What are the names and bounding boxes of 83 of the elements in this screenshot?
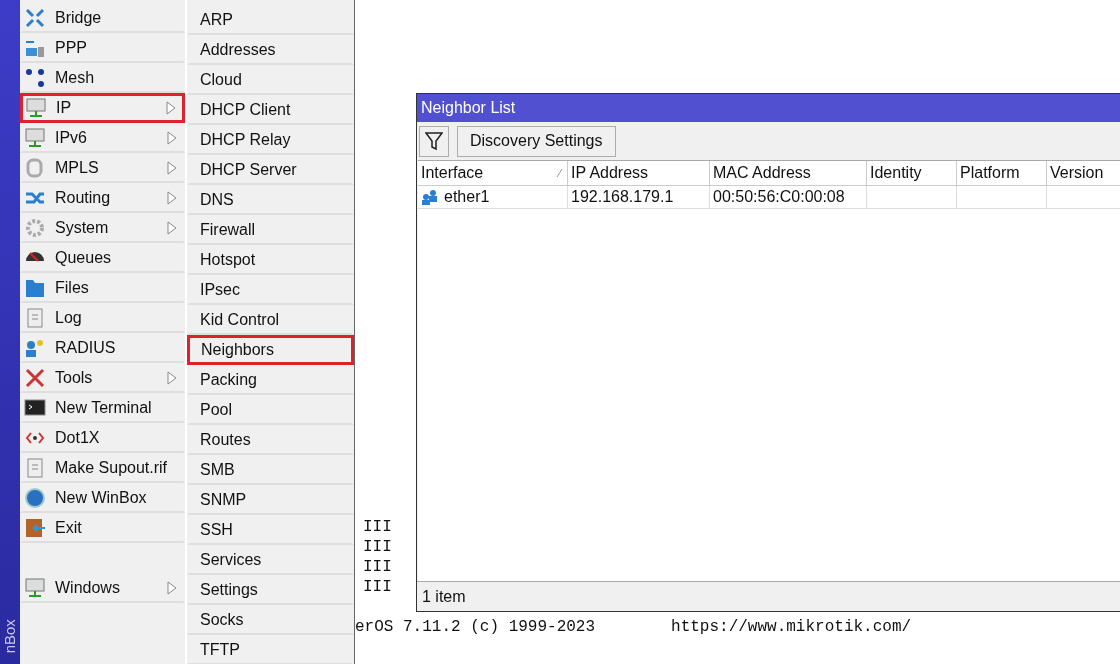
folder-icon [24,277,46,299]
door-icon [24,517,46,539]
menu-item[interactable]: Queues [20,243,185,273]
submenu-item[interactable]: DHCP Client [187,95,354,125]
submenu-item[interactable]: SNMP [187,485,354,515]
menu-item[interactable]: Log [20,303,185,333]
gear-icon [24,217,46,239]
submenu-item[interactable]: Pool [187,395,354,425]
column-header[interactable]: Interface [418,161,568,185]
menu-item[interactable]: RADIUS [20,333,185,363]
terminal-text: erOS 7.11.2 (c) 1999-2023 [355,617,596,637]
menu-item[interactable]: MPLS [20,153,185,183]
submenu-arrow-icon [167,161,177,175]
filter-icon [425,131,443,151]
column-header[interactable]: Version [1047,161,1120,185]
column-header[interactable]: IP Address [568,161,710,185]
menu-item[interactable]: Windows [20,573,185,603]
filter-button[interactable] [419,125,449,157]
menu-item[interactable]: PPP [20,33,185,63]
table-cell-text: 00:50:56:C0:00:08 [713,187,845,207]
submenu-item[interactable]: IPsec [187,275,354,305]
submenu-item[interactable]: Hotspot [187,245,354,275]
menu-item[interactable]: Dot1X [20,423,185,453]
submenu-item[interactable]: DHCP Relay [187,125,354,155]
submenu-item[interactable]: Neighbors [187,335,354,365]
submenu-item[interactable]: TFTP [187,635,354,664]
terminal-line: III [363,517,392,537]
users-icon [421,189,439,205]
submenu-arrow-icon [167,581,177,595]
monitor-icon [24,577,46,599]
submenu-item[interactable]: Settings [187,575,354,605]
submenu-item[interactable]: Packing [187,365,354,395]
submenu-arrow-icon [166,101,176,115]
menu-item[interactable]: Files [20,273,185,303]
submenu-item[interactable]: Firewall [187,215,354,245]
menu-item[interactable]: Exit [20,513,185,543]
monitor-icon [25,97,47,119]
submenu-item[interactable]: SSH [187,515,354,545]
document-icon [24,307,46,329]
monitor-icon [24,127,46,149]
mesh-icon [24,67,46,89]
table-cell-text: ether1 [444,187,490,207]
column-header[interactable]: Identity [867,161,957,185]
terminal-icon [24,397,46,419]
submenu-item[interactable]: Services [187,545,354,575]
column-header[interactable]: MAC Address [710,161,867,185]
submenu-arrow-icon [167,221,177,235]
menu-item[interactable]: IPv6 [20,123,185,153]
menu-item[interactable]: Tools [20,363,185,393]
terminal-text: https://www.mikrotik.com/ [671,617,912,637]
bridge-icon [24,7,46,29]
menu-item[interactable]: Mesh [20,63,185,93]
submenu-item[interactable]: Routes [187,425,354,455]
terminal-line: III [363,557,392,577]
menu-item[interactable]: Routing [20,183,185,213]
discovery-settings-button[interactable]: Discovery Settings [457,125,616,157]
submenu-item[interactable]: Socks [187,605,354,635]
status-bar: 1 item [417,581,1120,611]
document-icon [24,457,46,479]
users-icon [24,337,46,359]
menu-item[interactable]: Bridge [20,3,185,33]
submenu-item[interactable]: DNS [187,185,354,215]
menu-item[interactable]: New Terminal [20,393,185,423]
submenu-item[interactable]: DHCP Server [187,155,354,185]
menu-item[interactable]: Make Supout.rif [20,453,185,483]
submenu-item[interactable]: Cloud [187,65,354,95]
window-title: Neighbor List [417,94,1120,122]
submenu-arrow-icon [167,131,177,145]
menu-item[interactable]: System [20,213,185,243]
globe-icon [24,487,46,509]
table-cell-text: 192.168.179.1 [571,187,674,207]
submenu-item[interactable]: Addresses [187,35,354,65]
terminal-line: III [363,577,392,597]
submenu-arrow-icon [167,371,177,385]
terminal-line: III [363,537,392,557]
submenu-item[interactable]: SMB [187,455,354,485]
submenu-item[interactable]: ARP [187,5,354,35]
submenu-arrow-icon [167,191,177,205]
menu-item[interactable]: New WinBox [20,483,185,513]
app-name-text: nBox [0,618,19,654]
menu-item[interactable]: IP [20,93,185,123]
submenu-item[interactable]: Kid Control [187,305,354,335]
column-header[interactable]: Platform [957,161,1047,185]
